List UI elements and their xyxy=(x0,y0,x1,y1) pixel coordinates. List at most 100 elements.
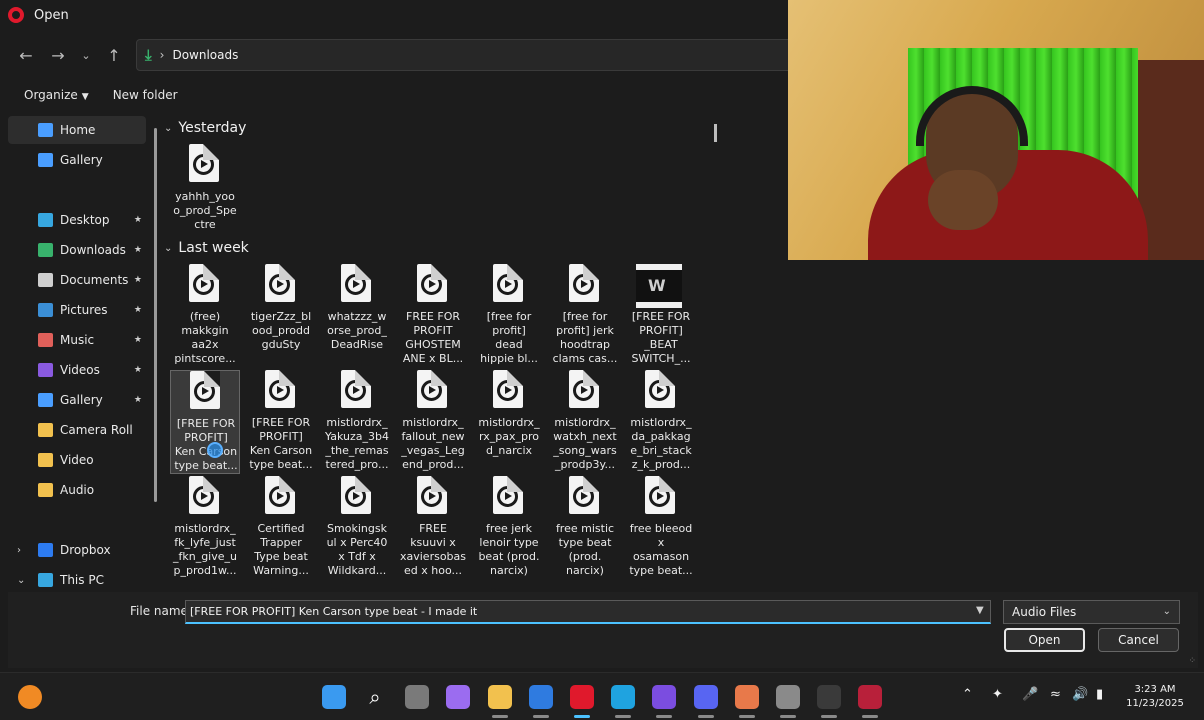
sidebar-item-downloads[interactable]: Downloads ★ xyxy=(8,236,146,264)
start-icon[interactable] xyxy=(322,685,346,709)
file-item[interactable]: mistlordrx_ rx_pax_pro d_narcix xyxy=(474,370,544,474)
media-file-icon xyxy=(493,476,523,514)
outlook-icon[interactable] xyxy=(529,685,553,709)
open-button[interactable]: Open xyxy=(1004,628,1085,652)
file-item[interactable]: [FREE FOR PROFIT] Ken Carson type beat..… xyxy=(246,370,316,474)
sidebar-item-label: Pictures xyxy=(60,303,108,317)
file-item[interactable]: free mistic type beat (prod. narcix) xyxy=(550,476,620,580)
discord-icon[interactable] xyxy=(694,685,718,709)
media-file-icon xyxy=(265,476,295,514)
sidebar-item-video[interactable]: Video xyxy=(8,446,146,474)
copilot-icon[interactable] xyxy=(446,685,470,709)
file-explorer-icon[interactable] xyxy=(488,685,512,709)
play-icon xyxy=(497,486,518,507)
file-item[interactable]: [FREE FOR PROFIT] _BEAT SWITCH_... xyxy=(626,264,696,368)
microphone-icon[interactable]: 🎤 xyxy=(1022,687,1038,702)
file-item[interactable]: mistlordrx_ da_pakkag e_bri_stack z_k_pr… xyxy=(626,370,696,474)
chevron-down-icon: ⌄ xyxy=(164,122,173,134)
camera-icon[interactable] xyxy=(776,685,800,709)
sidebar-item-this-pc[interactable]: ⌄ This PC xyxy=(8,566,146,594)
opera-icon[interactable] xyxy=(570,685,594,709)
sidebar-item-dropbox[interactable]: › Dropbox xyxy=(8,536,146,564)
music-icon xyxy=(38,333,53,347)
wifi-icon[interactable]: ≈ xyxy=(1050,687,1061,702)
sidebar-item-home[interactable]: Home xyxy=(8,116,146,144)
file-list-scrollbar[interactable] xyxy=(714,124,717,142)
file-item[interactable]: FREE FOR PROFIT GHOSTEM ANE x BL... xyxy=(398,264,468,368)
filename-input[interactable] xyxy=(185,600,991,624)
webcam-person-hand xyxy=(928,170,998,230)
filename-history-chevron-icon[interactable]: ▼ xyxy=(976,605,984,616)
file-item[interactable]: whatzzz_w orse_prod_ DeadRise xyxy=(322,264,392,368)
new-folder-button[interactable]: New folder xyxy=(113,88,178,102)
play-icon xyxy=(193,486,214,507)
file-name: [free for profit] dead hippie bl... xyxy=(480,310,538,365)
window-title: Open xyxy=(34,7,69,23)
file-item[interactable]: yahhh_yoo o_prod_Spe ctre xyxy=(170,144,240,248)
sidebar-item-pictures[interactable]: Pictures ★ xyxy=(8,296,146,324)
dropbox-tray-icon[interactable]: ✦ xyxy=(992,687,1003,702)
recent-locations-chevron-icon[interactable]: ⌄ xyxy=(74,39,98,71)
battery-icon[interactable]: ▮ xyxy=(1096,687,1103,702)
file-item[interactable]: FREE ksuuvi x xaviersobas ed x hoo... xyxy=(398,476,468,580)
sidebar-item-gallery[interactable]: Gallery xyxy=(8,146,146,174)
clock[interactable]: 3:23 AM 11/23/2025 xyxy=(1118,683,1192,711)
app-icon[interactable] xyxy=(735,685,759,709)
file-item[interactable]: mistlordrx_ watxh_next _song_wars _prodp… xyxy=(550,370,620,474)
app-red-icon[interactable] xyxy=(858,685,882,709)
file-item[interactable]: [free for profit] jerk hoodtrap clams ca… xyxy=(550,264,620,368)
running-indicator xyxy=(698,715,714,718)
file-item[interactable]: [FREE FOR PROFIT] Ken Carson type beat..… xyxy=(170,370,240,474)
obs-icon[interactable] xyxy=(817,685,841,709)
sidebar-item-gallery[interactable]: Gallery ★ xyxy=(8,386,146,414)
edge-icon[interactable] xyxy=(611,685,635,709)
sidebar-item-videos[interactable]: Videos ★ xyxy=(8,356,146,384)
sidebar-item-camera-roll[interactable]: Camera Roll xyxy=(8,416,146,444)
file-item[interactable]: Smokingsk ul x Perc40 x Tdf x Wildkard..… xyxy=(322,476,392,580)
mouse-cursor-highlight xyxy=(207,442,223,458)
running-indicator xyxy=(862,715,878,718)
file-item[interactable]: (free) makkgin aa2x pintscore... xyxy=(170,264,240,368)
file-name: mistlordrx_ Yakuza_3b4 _the_remas tered_… xyxy=(325,416,389,471)
file-item[interactable]: free bleeod x osamason type beat... xyxy=(626,476,696,580)
sidebar-item-desktop[interactable]: Desktop ★ xyxy=(8,206,146,234)
resize-grip-icon[interactable]: ⁘ xyxy=(1188,656,1196,666)
gallery-icon xyxy=(38,393,53,407)
file-item[interactable]: [free for profit] dead hippie bl... xyxy=(474,264,544,368)
filetype-select[interactable]: Audio Files ⌄ xyxy=(1003,600,1180,624)
group-header[interactable]: ⌄ Last week xyxy=(164,240,249,256)
group-header[interactable]: ⌄ Yesterday xyxy=(164,120,246,136)
up-arrow-icon[interactable]: ↑ xyxy=(98,39,130,71)
search-icon[interactable]: ⌕ xyxy=(363,685,387,709)
forward-arrow-icon[interactable]: → xyxy=(42,39,74,71)
file-item[interactable]: Certified Trapper Type beat Warning... xyxy=(246,476,316,580)
chevron-up-icon[interactable]: ⌃ xyxy=(962,687,973,702)
clock-time: 3:23 AM xyxy=(1134,684,1176,695)
file-item[interactable]: free jerk lenoir type beat (prod. narcix… xyxy=(474,476,544,580)
file-item[interactable]: mistlordrx_ Yakuza_3b4 _the_remas tered_… xyxy=(322,370,392,474)
volume-icon[interactable]: 🔊 xyxy=(1072,687,1088,702)
task-view-icon[interactable] xyxy=(405,685,429,709)
back-arrow-icon[interactable]: ← xyxy=(10,39,42,71)
chevron-down-icon[interactable]: ⌄ xyxy=(17,575,25,586)
sidebar-item-music[interactable]: Music ★ xyxy=(8,326,146,354)
file-name: [FREE FOR PROFIT] Ken Carson type beat..… xyxy=(174,417,238,472)
opera-gx-tray-icon[interactable] xyxy=(18,685,42,709)
sidebar-scrollbar[interactable] xyxy=(154,128,157,502)
clipchamp-icon[interactable] xyxy=(652,685,676,709)
file-item[interactable]: mistlordrx_ fk_lyfe_just _fkn_give_u p_p… xyxy=(170,476,240,580)
organize-button[interactable]: Organize ▼ xyxy=(24,88,89,102)
media-file-icon xyxy=(341,264,371,302)
play-icon xyxy=(421,486,442,507)
sidebar-item-label: Home xyxy=(60,123,96,137)
breadcrumb-downloads[interactable]: Downloads xyxy=(172,48,238,62)
cancel-button[interactable]: Cancel xyxy=(1098,628,1179,652)
media-file-icon xyxy=(189,264,219,302)
sidebar-item-label: Videos xyxy=(60,363,100,377)
sidebar-item-documents[interactable]: Documents ★ xyxy=(8,266,146,294)
sidebar-item-audio[interactable]: Audio xyxy=(8,476,146,504)
file-item[interactable]: mistlordrx_ fallout_new _vegas_Leg end_p… xyxy=(398,370,468,474)
address-bar[interactable]: ⤓ › Downloads xyxy=(136,39,796,71)
chevron-right-icon[interactable]: › xyxy=(17,545,21,556)
file-item[interactable]: tigerZzz_bl ood_prodd gduSty xyxy=(246,264,316,368)
